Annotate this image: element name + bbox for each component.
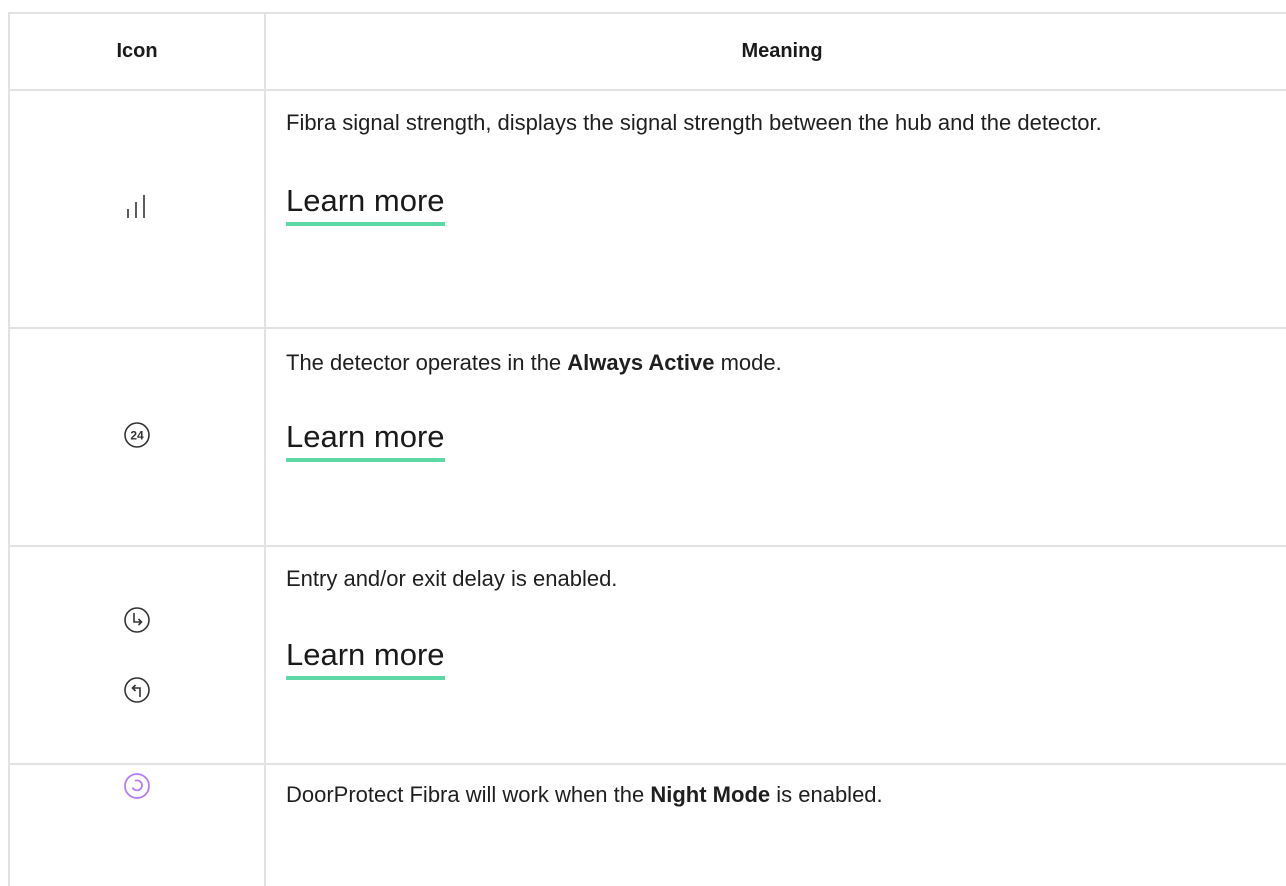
row-description: Fibra signal strength, displays the sign… — [286, 110, 1102, 135]
description-text: DoorProtect Fibra will work when the — [286, 782, 651, 807]
entry-delay-icon — [122, 605, 152, 635]
icon-cell — [8, 763, 266, 886]
description-emphasis: Night Mode — [650, 782, 771, 807]
description-emphasis: Always Active — [567, 350, 715, 375]
icon-meaning-table: Icon Meaning Fibra signal strength, disp… — [8, 12, 1286, 886]
always-active-icon-label: 24 — [130, 428, 144, 442]
content-area: Icon Meaning Fibra signal strength, disp… — [0, 0, 1286, 886]
night-mode-icon — [122, 771, 152, 801]
table-header-row: Icon Meaning — [8, 12, 1286, 91]
table-row: Entry and/or exit delay is enabled. Lear… — [8, 545, 1286, 765]
icon-cell — [8, 89, 266, 329]
exit-delay-icon — [122, 675, 152, 705]
meaning-cell: Fibra signal strength, displays the sign… — [264, 89, 1286, 329]
learn-more-link[interactable]: Learn more — [286, 182, 445, 226]
meaning-cell: The detector operates in the Always Acti… — [264, 327, 1286, 547]
learn-more-link[interactable]: Learn more — [286, 418, 445, 462]
signal-strength-icon — [122, 192, 152, 222]
description-text: is enabled. — [770, 782, 883, 807]
description-text: The detector operates in the — [286, 350, 568, 375]
learn-more-link[interactable]: Learn more — [286, 636, 445, 680]
icon-stack — [122, 605, 152, 705]
table-row: 24 The detector operates in the Always A… — [8, 327, 1286, 547]
icon-column-header: Icon — [8, 12, 266, 91]
meaning-column-header: Meaning — [264, 12, 1286, 91]
row-description: Entry and/or exit delay is enabled. — [286, 566, 618, 591]
row-description: DoorProtect Fibra will work when the Nig… — [286, 777, 1278, 812]
table-row: Fibra signal strength, displays the sign… — [8, 89, 1286, 329]
meaning-cell: Entry and/or exit delay is enabled. Lear… — [264, 545, 1286, 765]
icon-cell — [8, 545, 266, 765]
always-active-24-icon: 24 — [122, 420, 152, 450]
row-description: The detector operates in the Always Acti… — [286, 345, 1278, 380]
table-row: DoorProtect Fibra will work when the Nig… — [8, 763, 1286, 886]
icon-cell: 24 — [8, 327, 266, 547]
description-text: mode. — [714, 350, 782, 375]
meaning-cell: DoorProtect Fibra will work when the Nig… — [264, 763, 1286, 886]
